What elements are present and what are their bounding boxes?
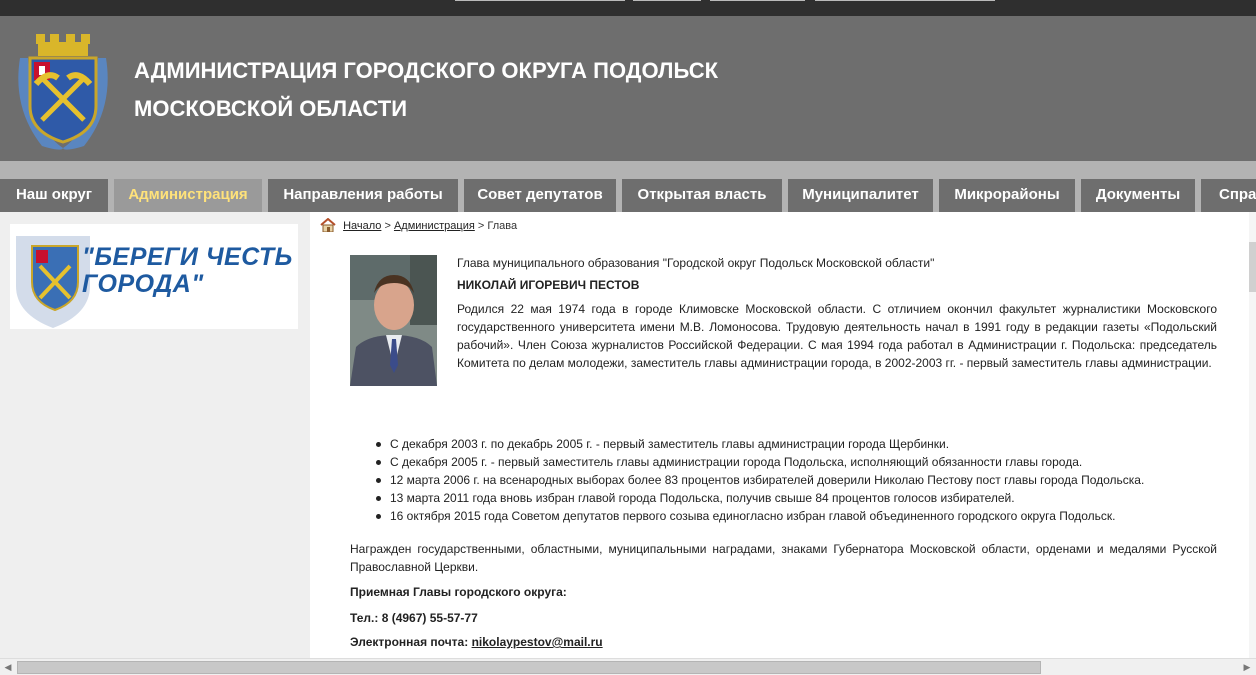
list-item: 13 марта 2011 года вновь избран главой г… <box>376 489 1230 507</box>
banner-slogan-line1: "БЕРЕГИ ЧЕСТЬ <box>82 243 293 271</box>
nav-item-documents[interactable]: Документы <box>1081 179 1195 212</box>
head-biography: Родился 22 мая 1974 года в городе Климов… <box>457 302 1217 370</box>
career-item-text: С декабря 2003 г. по декабрь 2005 г. - п… <box>390 437 950 451</box>
email-label: Электронная почта: <box>350 635 469 649</box>
list-item: 12 марта 2006 г. на всенародных выборах … <box>376 471 1230 489</box>
nav-item-districts[interactable]: Микрорайоны <box>939 179 1075 212</box>
honor-city-banner[interactable]: "БЕРЕГИ ЧЕСТЬ ГОРОДА" <box>10 224 298 329</box>
breadcrumb-separator: > <box>477 220 485 232</box>
home-icon[interactable] <box>320 217 336 235</box>
reception-heading: Приемная Главы городского округа: <box>350 585 567 599</box>
vertical-scroll-thumb[interactable] <box>1249 242 1256 292</box>
email-link[interactable]: nikolaypestov@mail.ru <box>472 635 603 649</box>
list-item: 16 октября 2015 года Советом депутатов п… <box>376 507 1230 525</box>
list-item: С декабря 2003 г. по декабрь 2005 г. - п… <box>376 435 1230 453</box>
horizontal-scrollbar[interactable]: ◀ ▶ <box>0 658 1256 675</box>
nav-item-our-district[interactable]: Наш округ <box>0 179 108 212</box>
head-portrait-photo <box>350 255 437 386</box>
coat-of-arms-logo[interactable] <box>12 28 114 152</box>
banner-slogan: "БЕРЕГИ ЧЕСТЬ ГОРОДА" <box>82 244 293 298</box>
site-header: АДМИНИСТРАЦИЯ ГОРОДСКОГО ОКРУГА ПОДОЛЬСК… <box>0 16 1256 161</box>
main-navigation: Наш округ Администрация Направления рабо… <box>0 161 1256 212</box>
vertical-scrollbar[interactable] <box>1249 212 1256 658</box>
email-line: Электронная почта: nikolaypestov@mail.ru <box>350 635 603 649</box>
scroll-left-icon[interactable]: ◀ <box>3 662 13 672</box>
site-title: АДМИНИСТРАЦИЯ ГОРОДСКОГО ОКРУГА ПОДОЛЬСК… <box>134 52 718 128</box>
list-item: С декабря 2005 г. - первый заместитель г… <box>376 453 1230 471</box>
nav-item-council-deputies[interactable]: Совет депутатов <box>464 179 616 212</box>
breadcrumb-home-link[interactable]: Начало <box>343 220 381 232</box>
head-position: Глава муниципального образования "Городс… <box>457 256 935 270</box>
breadcrumb-separator: > <box>384 220 391 232</box>
breadcrumb-current: Глава <box>487 220 518 232</box>
top-strip <box>0 0 1256 16</box>
career-item-text: 12 марта 2006 г. на всенародных выборах … <box>390 473 1145 487</box>
site-title-line1: АДМИНИСТРАЦИЯ ГОРОДСКОГО ОКРУГА ПОДОЛЬСК <box>134 58 719 83</box>
career-item-text: 13 марта 2011 года вновь избран главой г… <box>390 491 1015 505</box>
banner-slogan-line2: ГОРОДА" <box>82 270 204 298</box>
horizontal-scroll-thumb[interactable] <box>17 661 1041 674</box>
head-name: НИКОЛАЙ ИГОРЕВИЧ ПЕСТОВ <box>457 278 640 292</box>
phone-number: Тел.: 8 (4967) 55-57-77 <box>350 611 478 625</box>
site-title-line2: МОСКОВСКОЙ ОБЛАСТИ <box>134 96 408 121</box>
nav-item-work-directions[interactable]: Направления работы <box>268 179 458 212</box>
career-list: С декабря 2003 г. по декабрь 2005 г. - п… <box>376 435 1230 525</box>
career-item-text: С декабря 2005 г. - первый заместитель г… <box>390 455 1083 469</box>
breadcrumb: Начало > Администрация > Глава <box>320 217 518 235</box>
awards-paragraph: Награжден государственными, областными, … <box>350 542 1217 574</box>
nav-item-municipality[interactable]: Муниципалитет <box>788 179 933 212</box>
nav-item-open-government[interactable]: Открытая власть <box>622 179 782 212</box>
scroll-right-icon[interactable]: ▶ <box>1242 662 1252 672</box>
nav-item-reference[interactable]: Справ <box>1201 179 1256 212</box>
main-content: Начало > Администрация > Глава Глава мун… <box>310 212 1256 660</box>
sidebar: "БЕРЕГИ ЧЕСТЬ ГОРОДА" <box>0 212 310 660</box>
head-bio: Глава муниципального образования "Городс… <box>457 256 1217 372</box>
breadcrumb-administration-link[interactable]: Администрация <box>394 220 475 232</box>
nav-item-administration[interactable]: Администрация <box>114 179 262 212</box>
career-item-text: 16 октября 2015 года Советом депутатов п… <box>390 509 1116 523</box>
